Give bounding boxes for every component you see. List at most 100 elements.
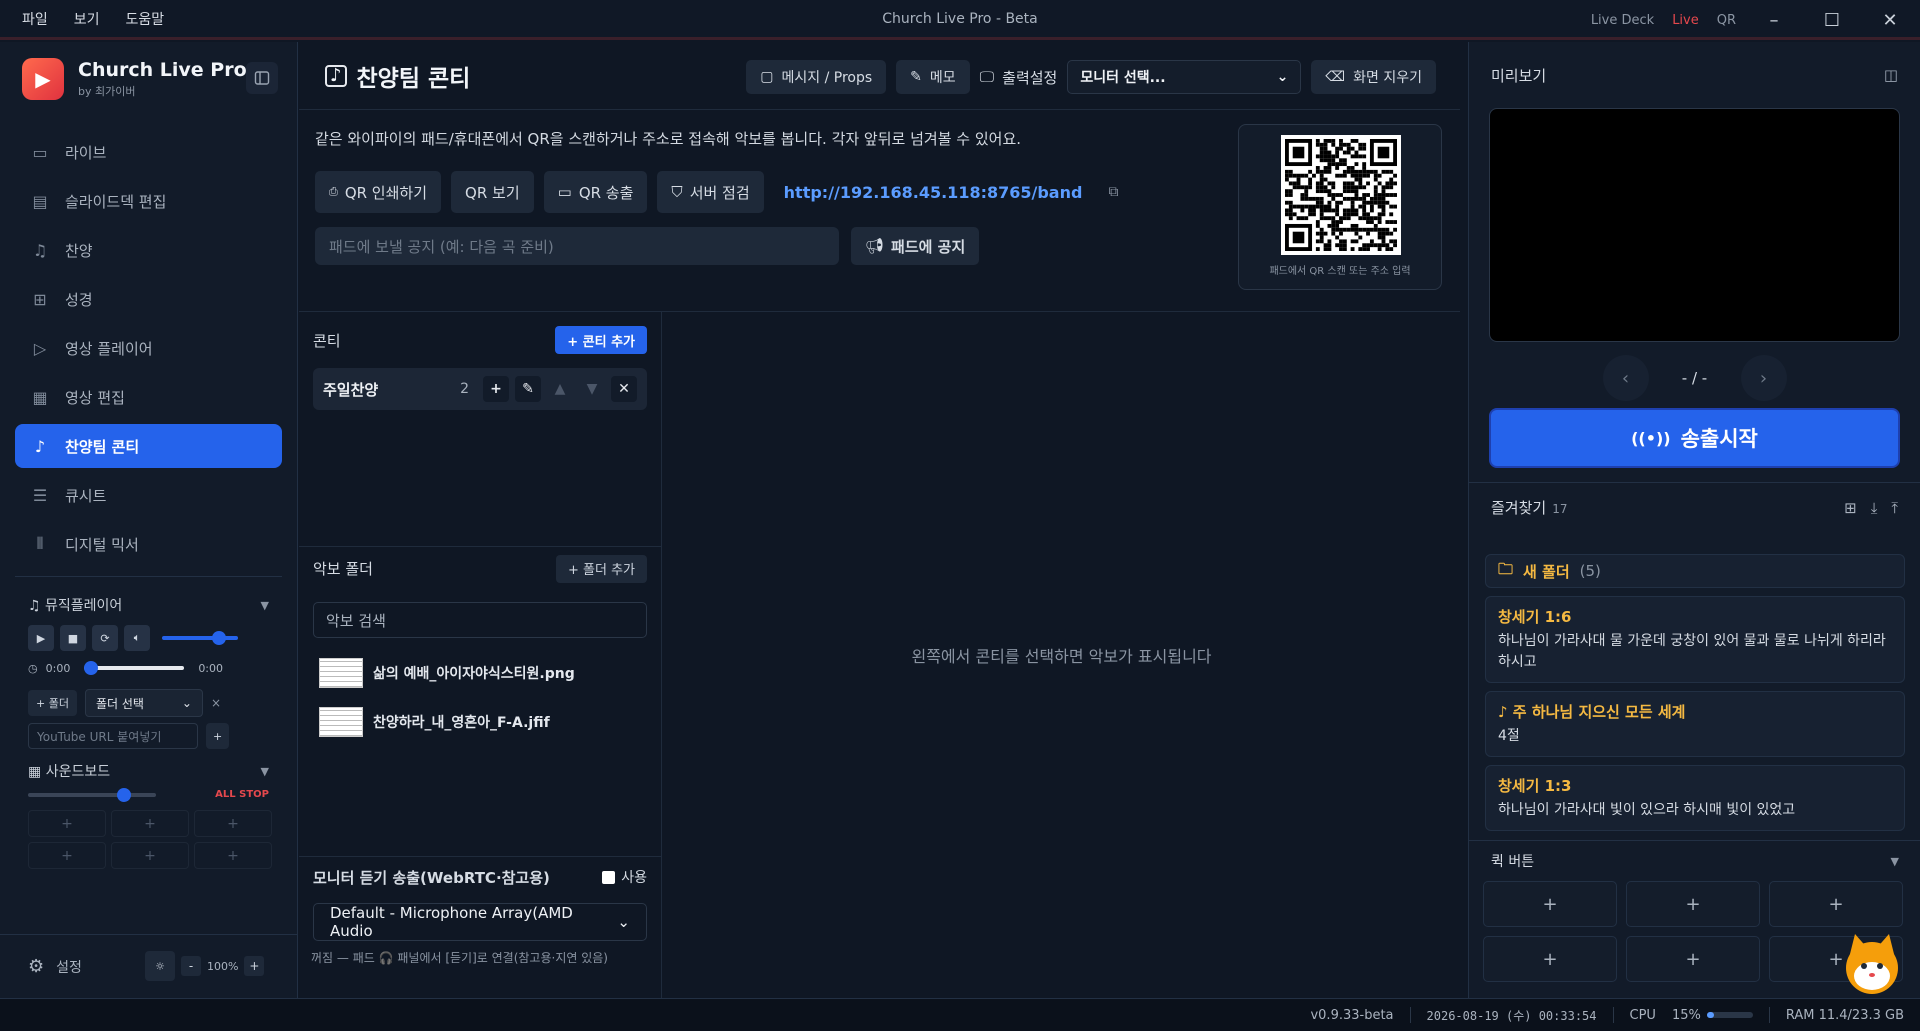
all-stop-button[interactable]: ALL STOP <box>215 789 269 800</box>
maximize-button[interactable]: ☐ <box>1812 10 1852 31</box>
qr-print-button[interactable]: ⎙ QR 인쇄하기 <box>315 171 442 213</box>
sidebar-item-live[interactable]: ▭ 라이브 <box>15 130 282 174</box>
music-player-header[interactable]: ♫ 뮤직플레이어 ▼ <box>0 587 297 623</box>
repeat-button[interactable]: ⟳ <box>92 625 118 651</box>
panel-toggle-icon[interactable]: ◫ <box>1884 66 1898 84</box>
quick-slot[interactable]: + <box>1626 881 1760 927</box>
next-slide-button[interactable]: › <box>1740 355 1787 401</box>
live-link[interactable]: Live <box>1672 13 1699 28</box>
new-folder-icon[interactable]: ⊞ <box>1844 499 1857 517</box>
soundboard-slot[interactable]: + <box>28 810 106 837</box>
soundboard-slot[interactable]: + <box>111 842 189 869</box>
list-item[interactable]: 찬양하라_내_영혼아_F-A.jfif <box>299 697 661 746</box>
send-notice-button[interactable]: 📢︎ 패드에 공지 <box>851 227 980 265</box>
zoom-in-button[interactable]: + <box>244 956 265 976</box>
worship-icon: ♪ <box>34 436 46 456</box>
soundboard-slot[interactable]: + <box>194 810 272 837</box>
sidebar-item-bible[interactable]: ⊞ 성경 <box>15 277 282 321</box>
quick-slot[interactable]: + <box>1769 881 1903 927</box>
gear-icon[interactable]: ⚙ <box>28 956 44 977</box>
qr-view-button[interactable]: QR 보기 <box>451 171 534 213</box>
live-deck-link[interactable]: Live Deck <box>1591 13 1654 28</box>
theme-toggle-button[interactable]: ☼ <box>145 951 175 981</box>
seek-knob[interactable] <box>84 661 99 675</box>
cat-mascot-icon[interactable] <box>1837 928 1907 998</box>
broadcast-icon: ((•)) <box>1631 428 1671 448</box>
close-button[interactable]: ✕ <box>1870 10 1910 31</box>
quick-slot[interactable]: + <box>1483 936 1617 982</box>
soundboard-volume-slider[interactable] <box>28 787 156 802</box>
clear-button[interactable]: × <box>211 696 221 710</box>
soundboard-slot[interactable]: + <box>111 810 189 837</box>
add-folder-button[interactable]: + 폴더 추가 <box>556 554 647 583</box>
favorite-folder[interactable]: 🗀︎ 새 폴더 (5) <box>1485 554 1905 588</box>
soundboard-slot[interactable]: + <box>194 842 272 869</box>
monitor-use-checkbox[interactable]: 사용 <box>602 867 647 887</box>
import-icon[interactable]: ⤓ <box>1871 499 1878 517</box>
youtube-url-input[interactable]: YouTube URL 붙여넣기 <box>28 723 198 749</box>
soundboard-slot[interactable]: + <box>28 842 106 869</box>
chevron-down-icon[interactable]: ▼ <box>1891 855 1899 868</box>
server-check-button[interactable]: ⛉ 서버 점검 <box>657 171 764 213</box>
sidebar-item-video-player[interactable]: ▷ 영상 플레이어 <box>15 326 282 370</box>
delete-icon[interactable]: ✕ <box>611 376 637 402</box>
move-down-icon[interactable]: ▼ <box>579 376 605 402</box>
zoom-out-button[interactable]: - <box>181 956 201 976</box>
sidebar-item-mixer[interactable]: ⫴ 디지털 믹서 <box>15 522 282 566</box>
sidebar-item-video-edit[interactable]: ▦ 영상 편집 <box>15 375 282 419</box>
list-item[interactable]: 창세기 1:6 하나님이 가라사대 물 가운데 궁창이 있어 물과 물로 나뉘게 … <box>1485 596 1905 683</box>
seek-slider[interactable] <box>84 661 185 675</box>
chevron-down-icon[interactable]: ▼ <box>261 599 269 612</box>
edit-icon[interactable]: ✎ <box>515 376 541 402</box>
soundboard-volume-knob[interactable] <box>116 787 131 802</box>
play-button[interactable]: ▶ <box>28 625 54 651</box>
menu-help[interactable]: 도움말 <box>126 9 165 29</box>
monitor-select[interactable]: 모니터 선택... ⌄ <box>1067 60 1302 94</box>
memo-button[interactable]: ✎ 메모 <box>896 60 970 94</box>
copy-icon[interactable]: ⧉ <box>1108 184 1118 200</box>
menu-file[interactable]: 파일 <box>22 9 48 29</box>
add-song-button[interactable]: + <box>483 376 509 402</box>
sidebar-item-slidedeck[interactable]: ▤ 슬라이드덱 편집 <box>15 179 282 223</box>
sidebar-item-songs[interactable]: ♫ 찬양 <box>15 228 282 272</box>
quick-slot[interactable]: + <box>1626 936 1760 982</box>
qr-code-image[interactable] <box>1281 135 1401 255</box>
band-url-link[interactable]: http://192.168.45.118:8765/band <box>784 183 1083 202</box>
list-item[interactable]: ♪ 주 하나님 지으신 모든 세계 4절 <box>1485 691 1905 757</box>
volume-knob[interactable] <box>211 631 226 645</box>
score-search-input[interactable]: 악보 검색 <box>313 602 647 638</box>
qr-broadcast-button[interactable]: ▭ QR 송출 <box>543 171 648 213</box>
clear-screen-button[interactable]: ⌫ 화면 지우기 <box>1311 60 1436 94</box>
add-folder-button[interactable]: + 폴더 <box>28 690 77 716</box>
go-live-button[interactable]: ((•)) 송출시작 <box>1489 408 1900 468</box>
volume-icon[interactable]: 🔈︎ <box>124 625 150 651</box>
soundboard-header[interactable]: ▦ 사운드보드 ▼ <box>0 753 297 789</box>
stop-button[interactable]: ■ <box>60 625 86 651</box>
props-button[interactable]: ▢ 메시지 / Props <box>746 60 887 94</box>
menu-view[interactable]: 보기 <box>74 9 100 29</box>
sidebar-collapse-button[interactable] <box>246 62 278 94</box>
audio-device-select[interactable]: Default - Microphone Array(AMD Audio ⌄ <box>313 903 647 941</box>
list-item[interactable]: 삶의 예배_아이자야식스티원.png <box>299 648 661 697</box>
sidebar-item-cuesheet[interactable]: ☰ 큐시트 <box>15 473 282 517</box>
sidebar-item-worship-conti[interactable]: ♪ 찬양팀 콘티 <box>15 424 282 468</box>
qr-link[interactable]: QR <box>1717 13 1736 28</box>
minimize-button[interactable]: – <box>1754 10 1794 31</box>
sidebar-item-label: 찬양 <box>65 241 93 260</box>
divider <box>15 576 282 577</box>
prev-slide-button[interactable]: ‹ <box>1602 355 1649 401</box>
quick-slot[interactable]: + <box>1483 881 1617 927</box>
folder-select[interactable]: 폴더 선택 ⌄ <box>84 689 203 717</box>
chevron-down-icon: ⌄ <box>617 913 630 931</box>
list-item[interactable]: 창세기 1:3 하나님이 가라사대 빛이 있으라 하시매 빛이 있었고 <box>1485 765 1905 831</box>
folder-icon: 🗀︎ <box>1498 559 1514 578</box>
chevron-down-icon[interactable]: ▼ <box>261 765 269 778</box>
export-icon[interactable]: ⤒ <box>1891 499 1898 517</box>
list-item[interactable]: 주일찬양 2 + ✎ ▲ ▼ ✕ <box>313 368 647 410</box>
add-conti-button[interactable]: + 콘티 추가 <box>555 326 647 354</box>
move-up-icon[interactable]: ▲ <box>547 376 573 402</box>
volume-slider[interactable] <box>162 631 238 645</box>
add-url-button[interactable]: + <box>206 723 230 749</box>
settings-label[interactable]: 설정 <box>56 957 82 977</box>
notice-input[interactable]: 패드에 보낼 공지 (예: 다음 곡 준비) <box>315 227 839 265</box>
